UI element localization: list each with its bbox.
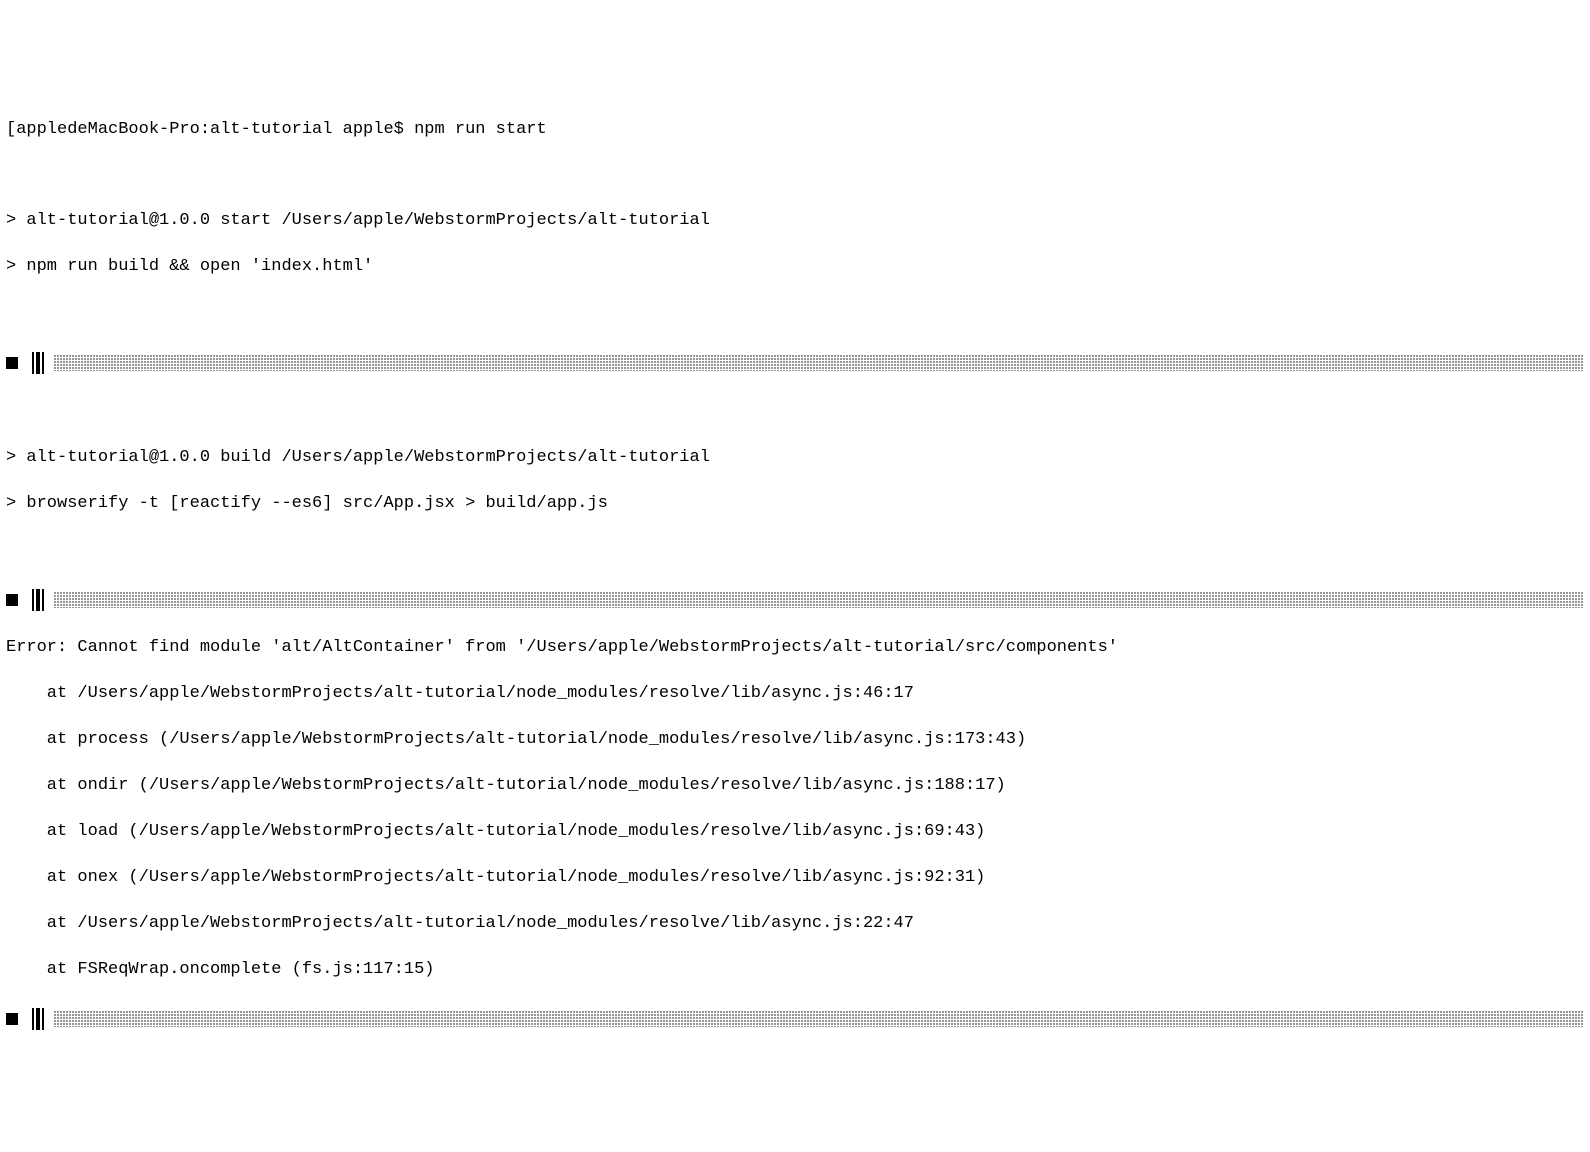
stack-trace-line: at ondir (/Users/apple/WebstormProjects/… [6, 775, 1584, 798]
npm-build-header: > alt-tutorial@1.0.0 build /Users/apple/… [6, 447, 1584, 470]
divider-pattern [54, 592, 1584, 608]
stack-trace-line: at FSReqWrap.oncomplete (fs.js:117:15) [6, 959, 1584, 982]
section-divider [6, 589, 1584, 611]
blank-line [6, 401, 1584, 424]
terminal-output: [appledeMacBook-Pro:alt-tutorial apple$ … [6, 96, 1584, 1058]
section-divider [6, 352, 1584, 374]
divider-square-icon [6, 594, 18, 606]
stack-trace-line: at process (/Users/apple/WebstormProject… [6, 729, 1584, 752]
divider-bar-icon [36, 352, 40, 374]
divider-square-icon [6, 357, 18, 369]
divider-bar-icon [36, 1008, 40, 1030]
npm-build-cmd: > browserify -t [reactify --es6] src/App… [6, 493, 1584, 516]
divider-pattern [54, 355, 1584, 371]
stack-trace-line: at /Users/apple/WebstormProjects/alt-tut… [6, 683, 1584, 706]
divider-pattern [54, 1011, 1584, 1027]
blank-line [6, 302, 1584, 325]
prompt-line: [appledeMacBook-Pro:alt-tutorial apple$ … [6, 119, 1584, 142]
npm-start-cmd: > npm run build && open 'index.html' [6, 256, 1584, 279]
stack-trace-line: at load (/Users/apple/WebstormProjects/a… [6, 821, 1584, 844]
blank-line [6, 539, 1584, 562]
blank-line [6, 165, 1584, 188]
section-divider [6, 1008, 1584, 1030]
stack-trace-line: at onex (/Users/apple/WebstormProjects/a… [6, 867, 1584, 890]
divider-square-icon [6, 1013, 18, 1025]
npm-start-header: > alt-tutorial@1.0.0 start /Users/apple/… [6, 210, 1584, 233]
error-message: Error: Cannot find module 'alt/AltContai… [6, 637, 1584, 660]
divider-bar-icon [36, 589, 40, 611]
stack-trace-line: at /Users/apple/WebstormProjects/alt-tut… [6, 913, 1584, 936]
